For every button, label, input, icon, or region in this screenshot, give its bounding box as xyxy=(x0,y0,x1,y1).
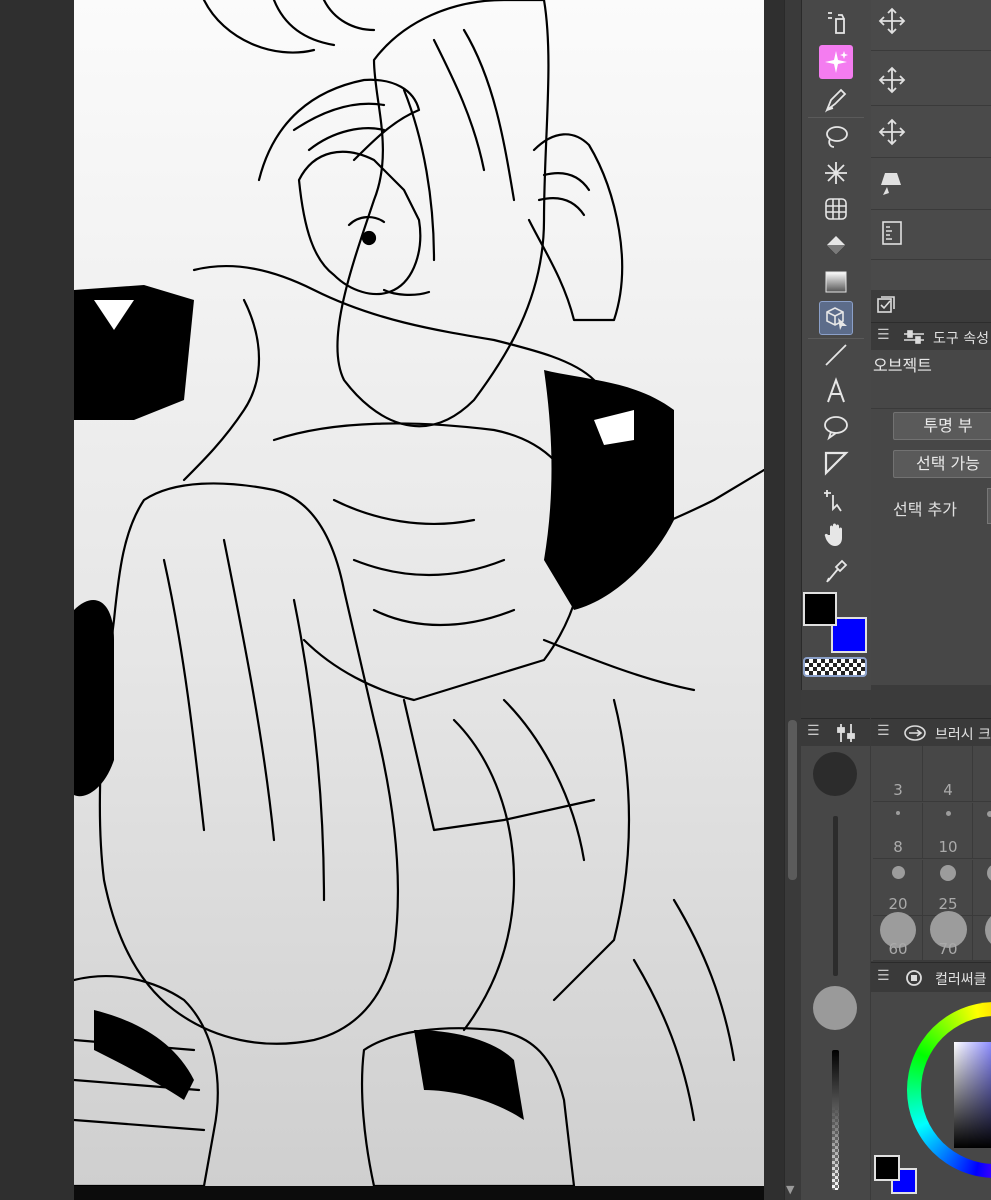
move-arrows-icon xyxy=(878,118,906,146)
brush-size-slider-panel xyxy=(801,746,870,1200)
tool-property-title: 도구 속성 xyxy=(933,331,989,347)
gradient-icon[interactable] xyxy=(819,265,853,299)
mesh-icon[interactable] xyxy=(819,192,853,226)
brush-size-cell[interactable]: 3 xyxy=(873,746,923,802)
move-row-5[interactable] xyxy=(871,209,991,260)
move-row-2[interactable] xyxy=(871,55,991,106)
fill-bucket-icon[interactable] xyxy=(819,228,853,262)
brush-size-cell[interactable]: 4 xyxy=(923,746,973,802)
brush-dot xyxy=(985,911,991,949)
ruler-icon xyxy=(882,221,902,245)
operation-icon[interactable] xyxy=(819,301,853,335)
pen-nib-icon[interactable] xyxy=(819,82,853,116)
frame-icon[interactable] xyxy=(819,446,853,480)
brush-size-label: 3 xyxy=(893,781,903,799)
scrollbar-thumb[interactable] xyxy=(788,720,797,880)
move-arrows-icon xyxy=(878,7,906,35)
opacity-slider[interactable] xyxy=(832,1050,839,1190)
object-list-panel xyxy=(871,0,991,290)
brush-dot xyxy=(987,811,991,817)
brush-size-cell[interactable] xyxy=(973,906,991,961)
sliders-icon xyxy=(904,330,924,344)
brush-preview-large xyxy=(813,752,857,796)
brush-dot xyxy=(987,864,991,882)
saturation-value-square[interactable] xyxy=(954,1042,991,1148)
brush-dot xyxy=(946,811,951,816)
brush-size-slider[interactable] xyxy=(833,816,838,976)
move-row-4[interactable] xyxy=(871,159,991,210)
brush-size-title: 브러시 크 xyxy=(935,727,991,743)
tool-name-label: 오브젝트 xyxy=(873,356,932,375)
menu-icon[interactable]: ☰ xyxy=(877,723,890,739)
manga-illustration xyxy=(74,0,764,1186)
add-selection-label: 선택 추가 xyxy=(893,500,957,519)
menu-icon[interactable]: ☰ xyxy=(877,968,890,984)
tool-property-panel: 오브젝트 투명 부 선택 가능 선택 추가 xyxy=(871,350,991,685)
add-selection-dropdown[interactable] xyxy=(987,488,991,524)
brush-size-cell[interactable] xyxy=(973,746,991,802)
main-color-swatch[interactable] xyxy=(803,592,837,626)
brush-size-cell[interactable]: 70 xyxy=(923,906,973,961)
scroll-down-arrow-icon[interactable]: ▼ xyxy=(786,1183,794,1196)
color-circle-icon xyxy=(906,970,922,986)
balloon-icon[interactable] xyxy=(819,410,853,444)
transparent-color-swatch[interactable] xyxy=(803,657,867,677)
brush-size-label: 8 xyxy=(893,838,903,856)
brush-size-cell[interactable]: 8 xyxy=(873,803,923,859)
color-circle-panel xyxy=(871,992,991,1200)
line-icon[interactable] xyxy=(819,338,853,372)
brush-dot xyxy=(940,865,956,881)
eyedropper-icon[interactable] xyxy=(819,554,853,588)
checkbox-icon[interactable] xyxy=(875,294,897,316)
brush-dot xyxy=(892,866,905,879)
brush-size-label: 10 xyxy=(938,838,958,856)
move-arrows-icon xyxy=(878,66,906,94)
brush-settings-icon[interactable] xyxy=(835,722,857,744)
selectable-button[interactable]: 선택 가능 xyxy=(893,450,991,478)
brush-preview-opacity xyxy=(813,986,857,1030)
canvas[interactable] xyxy=(74,0,764,1186)
text-icon[interactable] xyxy=(819,374,853,408)
color-circle-title: 컬러써클 xyxy=(935,972,987,988)
brush-size-icon xyxy=(904,725,926,741)
brush-size-cell[interactable] xyxy=(973,803,991,859)
spotlight-icon xyxy=(881,173,901,195)
tool-property-header: ☰ 도구 속성 xyxy=(871,322,991,351)
correct-line-icon[interactable] xyxy=(819,482,853,516)
hand-icon[interactable] xyxy=(819,518,853,552)
panel-strip xyxy=(871,290,991,320)
canvas-vertical-scrollbar[interactable]: ▼ xyxy=(784,0,801,1200)
transparent-button[interactable]: 투명 부 xyxy=(893,412,991,440)
pen-tool-icon[interactable] xyxy=(819,6,853,40)
menu-icon[interactable]: ☰ xyxy=(877,327,890,343)
tool-palette xyxy=(801,0,871,690)
move-row-1[interactable] xyxy=(871,0,991,51)
sparkle-icon[interactable] xyxy=(819,156,853,190)
main-color-mini-swatch[interactable] xyxy=(874,1155,900,1181)
color-circle-header: ☰ 컬러써클 xyxy=(871,962,991,993)
brush-size-cell[interactable]: 10 xyxy=(923,803,973,859)
canvas-bottom-edge xyxy=(74,1186,764,1200)
lasso-icon[interactable] xyxy=(819,120,853,154)
magic-select-icon[interactable] xyxy=(819,45,853,79)
brush-size-header: ☰ 브러시 크 xyxy=(871,718,991,747)
brush-sub-header: ☰ xyxy=(801,718,870,747)
brush-size-label: 4 xyxy=(943,781,953,799)
move-row-3[interactable] xyxy=(871,107,991,158)
brush-size-cell[interactable]: 60 xyxy=(873,906,923,961)
brush-size-label: 60 xyxy=(888,940,908,958)
brush-dot xyxy=(896,811,900,815)
menu-icon[interactable]: ☰ xyxy=(807,723,820,739)
brush-size-label: 70 xyxy=(938,940,958,958)
brush-size-grid: 3 4 8 10 20 25 60 70 xyxy=(871,746,991,961)
